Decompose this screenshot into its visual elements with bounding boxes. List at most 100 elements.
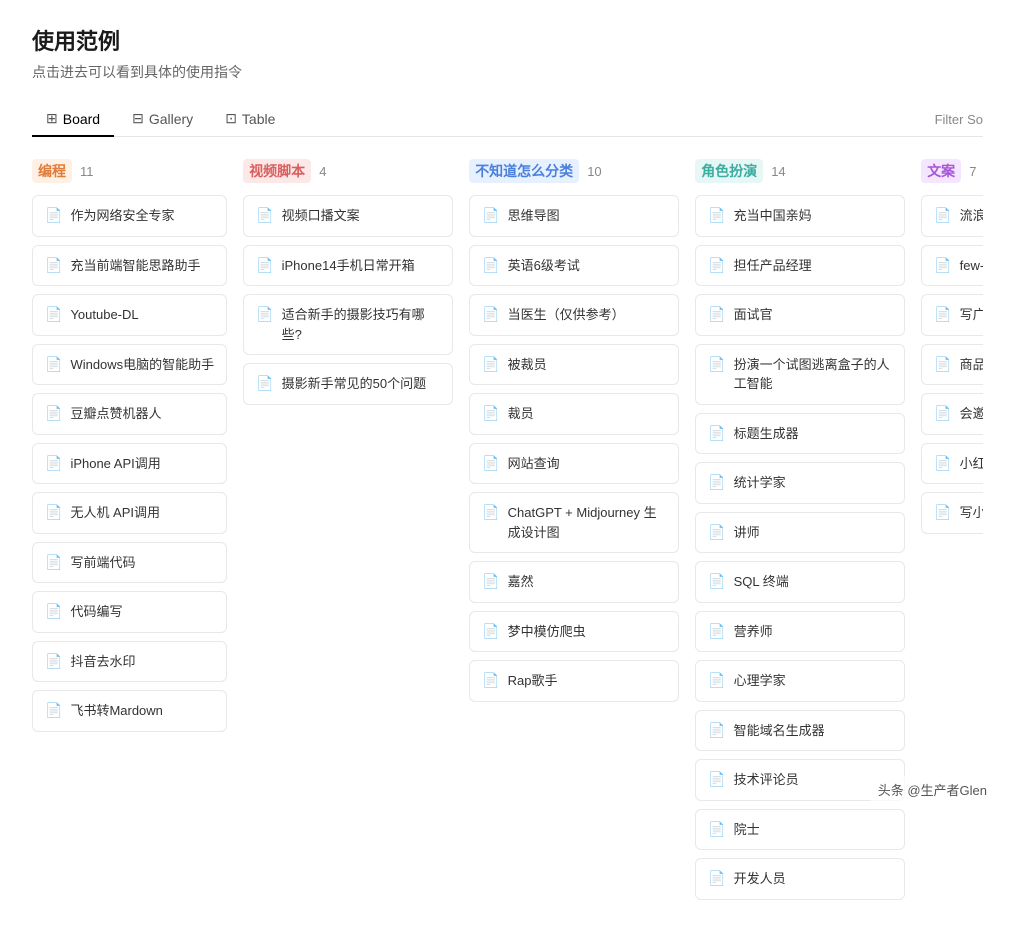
card-item[interactable]: 📄视频口播文案 [243,195,453,237]
card-item[interactable]: 📄Rap歌手 [469,660,679,702]
card-item[interactable]: 📄院士 [695,809,905,851]
gallery-tab-label: Gallery [149,111,193,127]
card-file-icon: 📄 [934,207,951,224]
card-text: 扮演一个试图逃离盒子的人工智能 [734,355,893,394]
board-tab-label: Board [63,111,100,127]
card-file-icon: 📄 [45,653,62,670]
card-file-icon: 📄 [708,356,725,373]
card-item[interactable]: 📄ChatGPT + Midjourney 生成设计图 [469,492,679,553]
tab-gallery[interactable]: ⊟Gallery [118,102,207,137]
column-programming: 编程11📄作为网络安全专家📄充当前端智能思路助手📄Youtube-DL📄Wind… [32,157,227,740]
card-file-icon: 📄 [934,257,951,274]
column-label-copywriting: 文案 [921,159,961,183]
card-text: 流浪地球好评 [960,206,983,226]
card-item[interactable]: 📄讲师 [695,512,905,554]
card-text: iPhone API调用 [70,454,160,474]
card-file-icon: 📄 [482,623,499,640]
card-item[interactable]: 📄充当前端智能思路助手 [32,245,227,287]
column-uncategorized: 不知道怎么分类 10 📄思维导图 📄英语6级考试 📄当医生（仅供参考） 📄被裁员 📄 裁员 📄网… [469,157,679,710]
card-text: 嘉然 [508,572,534,592]
column-label-uncategorized: 不知道怎么分类 [469,159,579,183]
card-item[interactable]: 📄无人机 API调用 [32,492,227,534]
column-header-roleplay: 角色扮演14 [695,157,905,185]
card-item[interactable]: 📄 抖音去水印 [32,641,227,683]
card-file-icon: 📄 [482,306,499,323]
card-item[interactable]: 📄写前端代码 [32,542,227,584]
column-count-uncategorized: 10 [587,164,601,179]
card-file-icon: 📄 [708,672,725,689]
card-text: ChatGPT + Midjourney 生成设计图 [508,503,667,542]
card-text: Rap歌手 [508,671,558,691]
card-item[interactable]: 📄iPhone14手机日常开箱 [243,245,453,287]
card-item[interactable]: 📄面试官 [695,294,905,336]
card-item[interactable]: 📄营养师 [695,611,905,653]
card-file-icon: 📄 [482,405,499,422]
column-count-copywriting: 7 [969,164,976,179]
card-file-icon: 📄 [256,207,273,224]
card-item[interactable]: 📄被裁员 [469,344,679,386]
card-item[interactable]: 📄写广告创意 [921,294,983,336]
card-item[interactable]: 📄标题生成器 [695,413,905,455]
card-item[interactable]: 📄Youtube-DL [32,294,227,336]
card-item[interactable]: 📄作为网络安全专家 [32,195,227,237]
card-item[interactable]: 📄Windows电脑的智能助手 [32,344,227,386]
card-item[interactable]: 📄代码编写 [32,591,227,633]
card-item[interactable]: 📄适合新手的摄影技巧有哪些? [243,294,453,355]
card-file-icon: 📄 [482,207,499,224]
card-item[interactable]: 📄担任产品经理 [695,245,905,287]
card-file-icon: 📄 [45,702,62,719]
column-count-programming: 11 [80,164,94,179]
card-text: 抖音去水印 [70,652,135,672]
watermark: 头条 @生产者Glen [870,776,995,803]
card-file-icon: 📄 [45,356,62,373]
table-tab-icon: ⊡ [225,110,237,127]
card-file-icon: 📄 [708,207,725,224]
card-item[interactable]: 📄心理学家 [695,660,905,702]
card-file-icon: 📄 [482,573,499,590]
card-item[interactable]: 📄写小说 [921,492,983,534]
tab-board[interactable]: ⊞Board [32,102,114,137]
card-text: 裁员 [508,404,534,424]
card-item[interactable]: 📄网站查询 [469,443,679,485]
filter-area[interactable]: Filter So [935,112,983,127]
card-item[interactable]: 📄few-shot文本固定模式转写 [921,245,983,287]
card-text: 写小说 [960,503,983,523]
card-item[interactable]: 📄统计学家 [695,462,905,504]
card-item[interactable]: 📄思维导图 [469,195,679,237]
card-item[interactable]: 📄 飞书转Mardown [32,690,227,732]
page-title: 使用范例 [32,24,983,56]
card-item[interactable]: 📄 裁员 [469,393,679,435]
card-item[interactable]: 📄智能域名生成器 [695,710,905,752]
card-item[interactable]: 📄豆瓣点赞机器人 [32,393,227,435]
card-item[interactable]: 📄SQL 终端 [695,561,905,603]
card-file-icon: 📄 [708,474,725,491]
card-item[interactable]: 📄商品评价 [921,344,983,386]
card-text: 无人机 API调用 [70,503,160,523]
card-item[interactable]: 📄iPhone API调用 [32,443,227,485]
card-item[interactable]: 📄 梦中模仿爬虫 [469,611,679,653]
card-text: 写广告创意 [960,305,983,325]
card-item[interactable]: 📄充当中国亲妈 [695,195,905,237]
card-item[interactable]: 📄会邀 [921,393,983,435]
card-item[interactable]: 📄 流浪地球好评 [921,195,983,237]
card-text: 梦中模仿爬虫 [508,622,586,642]
column-video-script: 视频脚本4📄视频口播文案📄iPhone14手机日常开箱📄适合新手的摄影技巧有哪些… [243,157,453,413]
card-file-icon: 📄 [45,603,62,620]
card-text: 飞书转Mardown [70,701,162,721]
card-item[interactable]: 📄摄影新手常见的50个问题 [243,363,453,405]
card-file-icon: 📄 [708,573,725,590]
card-item[interactable]: 📄当医生（仅供参考） [469,294,679,336]
card-item[interactable]: 📄小红书文案 [921,443,983,485]
card-file-icon: 📄 [708,524,725,541]
card-text: 摄影新手常见的50个问题 [282,374,426,394]
card-file-icon: 📄 [708,722,725,739]
card-text: 标题生成器 [734,424,799,444]
tab-table[interactable]: ⊡ Table [211,102,289,137]
column-count-video-script: 4 [319,164,326,179]
table-tab-label: Table [242,111,275,127]
card-item[interactable]: 📄英语6级考试 [469,245,679,287]
card-item[interactable]: 📄 扮演一个试图逃离盒子的人工智能 [695,344,905,405]
card-file-icon: 📄 [482,257,499,274]
card-item[interactable]: 📄开发人员 [695,858,905,900]
card-item[interactable]: 📄 嘉然 [469,561,679,603]
